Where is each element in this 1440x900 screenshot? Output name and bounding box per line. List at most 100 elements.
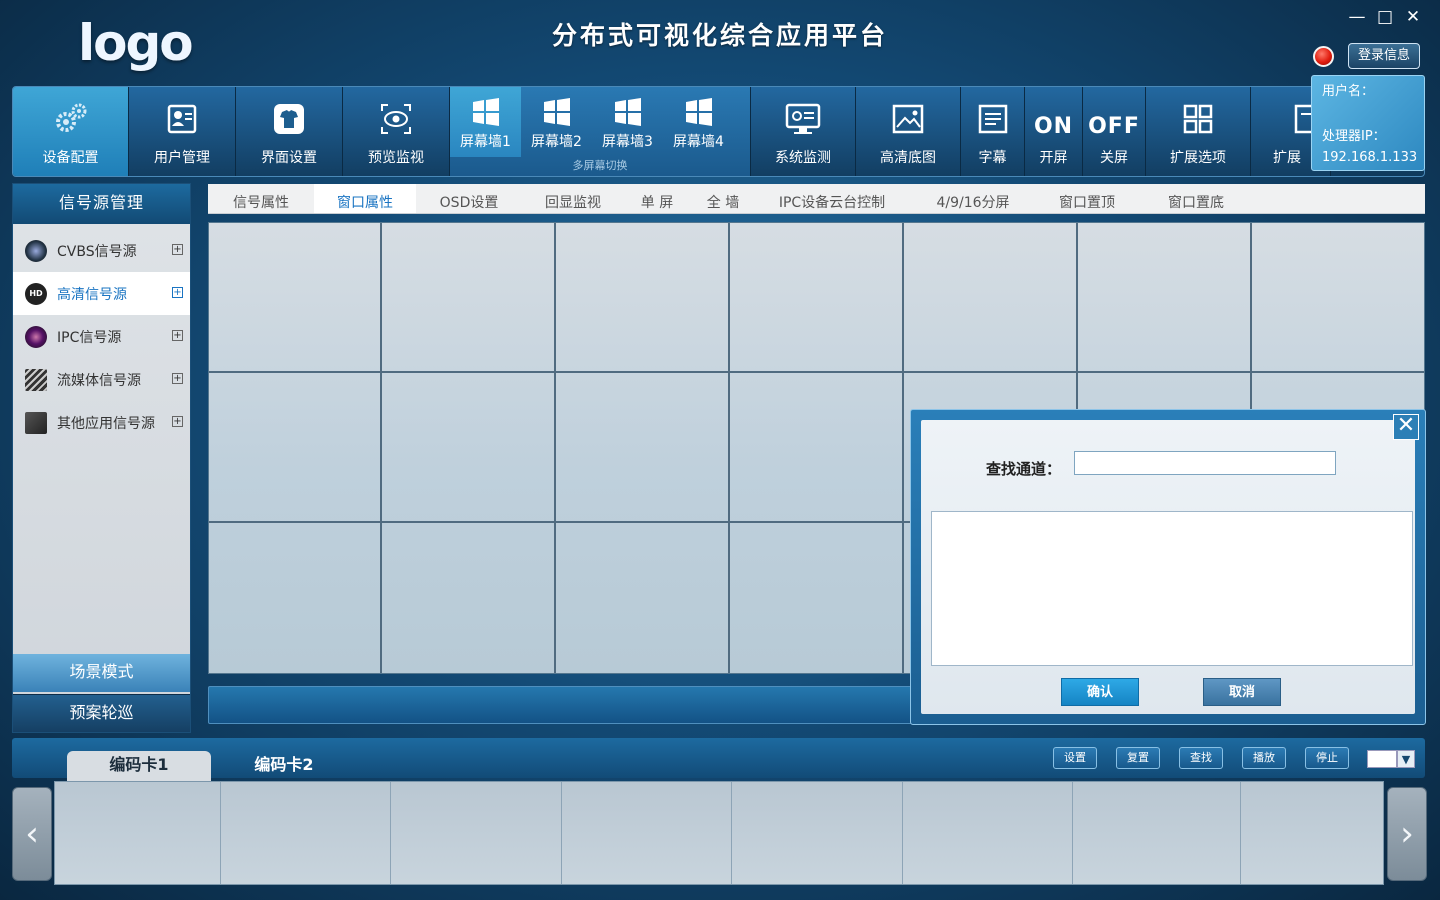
toolbar-device-config[interactable]: 设备配置: [13, 87, 129, 176]
toolbar-screen-wall-2[interactable]: 屏幕墙2: [521, 87, 592, 157]
source-item-cvbs[interactable]: CVBS信号源 +: [13, 229, 190, 272]
windows-icon: [542, 97, 572, 131]
tab-window-props[interactable]: 窗口属性: [314, 184, 416, 213]
cancel-button[interactable]: 取消: [1203, 678, 1281, 706]
eye-scan-icon: [378, 101, 414, 137]
expand-icon[interactable]: +: [172, 416, 183, 427]
toolbar-system-monitor[interactable]: 系统监测: [751, 87, 856, 176]
grid-apps-icon: [1180, 101, 1216, 137]
toolbar-screen-on[interactable]: ON 开屏: [1025, 87, 1083, 176]
toolbar-subtitle-label: 字幕: [978, 150, 1007, 166]
tab-osd-settings[interactable]: OSD设置: [416, 184, 522, 213]
scene-mode-button[interactable]: 场景模式: [13, 654, 190, 692]
toolbar-ext-options[interactable]: 扩展选项: [1146, 87, 1251, 176]
expand-icon[interactable]: +: [172, 330, 183, 341]
source-label: CVBS信号源: [57, 243, 137, 260]
tab-encoder-card-2[interactable]: 编码卡2: [212, 751, 356, 783]
tab-encoder-card-1[interactable]: 编码卡1: [67, 751, 211, 783]
find-channel-dialog: 查找通道： 确认 取消 ✕: [910, 409, 1426, 725]
image-icon: [890, 101, 926, 137]
monitor-icon: [785, 101, 821, 137]
channel-result-list[interactable]: [931, 511, 1413, 666]
screen-wall-4-label: 屏幕墙4: [673, 134, 724, 150]
expand-icon[interactable]: +: [172, 287, 183, 298]
title-bar: logo 分布式可视化综合应用平台 — □ ✕ 登录信息: [0, 0, 1440, 84]
source-item-hd[interactable]: HD 高清信号源 +: [13, 272, 190, 315]
toolbar-ui-settings-label: 界面设置: [261, 150, 317, 166]
screen-wall-1-label: 屏幕墙1: [460, 134, 511, 150]
source-label: 高清信号源: [57, 286, 127, 303]
toolbar-screen-wall-3[interactable]: 屏幕墙3: [592, 87, 663, 157]
tab-split-screen[interactable]: 4/9/16分屏: [908, 184, 1038, 213]
processor-ip-value: 192.168.1.133: [1322, 150, 1418, 165]
screen-wall-3-label: 屏幕墙3: [602, 134, 653, 150]
tab-ipc-ptz[interactable]: IPC设备云台控制: [756, 184, 908, 213]
signal-source-header: 信号源管理: [13, 184, 190, 224]
source-item-streaming[interactable]: 流媒体信号源 +: [13, 358, 190, 401]
app-window: logo 分布式可视化综合应用平台 — □ ✕ 登录信息 设备配置 用户管理 界…: [0, 0, 1440, 900]
property-tabs: 信号属性 窗口属性 OSD设置 回显监视 单 屏 全 墙 IPC设备云台控制 4…: [208, 184, 1425, 214]
settings-button[interactable]: 设置: [1053, 747, 1097, 769]
text-lines-icon: [975, 101, 1011, 137]
find-channel-label: 查找通道：: [986, 460, 1062, 478]
toolbar-ext-truncated-label: 扩展: [1273, 150, 1301, 166]
tab-window-top[interactable]: 窗口置顶: [1038, 184, 1136, 213]
screen-switch-caption: 多屏幕切换: [572, 159, 628, 172]
tab-echo-monitor[interactable]: 回显监视: [522, 184, 624, 213]
source-item-ipc[interactable]: IPC信号源 +: [13, 315, 190, 358]
toolbar-system-monitor-label: 系统监测: [775, 150, 831, 166]
source-label: 流媒体信号源: [57, 372, 141, 389]
tab-window-bottom[interactable]: 窗口置底: [1136, 184, 1256, 213]
tshirt-icon: [271, 101, 307, 137]
main-toolbar: 设备配置 用户管理 界面设置 预览监视 屏幕墙1 屏幕墙2 屏幕墙3 屏幕墙4 …: [12, 86, 1425, 177]
expand-icon[interactable]: +: [172, 373, 183, 384]
find-channel-input[interactable]: [1074, 451, 1336, 475]
clapper-icon: [25, 368, 47, 391]
toolbar-ui-settings[interactable]: 界面设置: [236, 87, 343, 176]
toolbar-screen-on-label: 开屏: [1039, 150, 1068, 166]
tab-full-wall[interactable]: 全 墙: [690, 184, 756, 213]
toolbar-device-config-label: 设备配置: [42, 150, 99, 166]
card-select[interactable]: ▼: [1367, 750, 1417, 768]
encoder-channel-strip[interactable]: [54, 781, 1384, 885]
login-info-button[interactable]: 登录信息: [1348, 43, 1420, 69]
plan-tour-button[interactable]: 预案轮巡: [13, 694, 190, 732]
user-info-panel: 用户名： 处理器IP： 192.168.1.133: [1311, 75, 1425, 171]
toolbar-preview-monitor-label: 预览监视: [368, 150, 424, 166]
expand-icon[interactable]: +: [172, 244, 183, 255]
window-controls: — □ ✕: [1348, 6, 1422, 28]
toolbar-user-mgmt[interactable]: 用户管理: [129, 87, 236, 176]
tab-signal-props[interactable]: 信号属性: [208, 184, 314, 213]
tab-single-screen[interactable]: 单 屏: [624, 184, 690, 213]
source-item-other[interactable]: 其他应用信号源 +: [13, 401, 190, 444]
toolbar-user-mgmt-label: 用户管理: [154, 150, 210, 166]
find-button[interactable]: 查找: [1179, 747, 1223, 769]
other-app-icon: [25, 411, 47, 434]
screen-wall-2-label: 屏幕墙2: [531, 134, 582, 150]
source-label: IPC信号源: [57, 329, 122, 346]
dialog-body: 查找通道： 确认 取消: [921, 420, 1415, 714]
toolbar-preview-monitor[interactable]: 预览监视: [343, 87, 450, 176]
windows-icon: [613, 97, 643, 131]
power-off-icon: OFF: [1088, 114, 1140, 139]
close-button[interactable]: ✕: [1404, 6, 1422, 28]
toolbar-screen-wall-1[interactable]: 屏幕墙1: [450, 87, 521, 157]
card-select-value: [1367, 750, 1397, 768]
scroll-right-button[interactable]: ›: [1387, 787, 1427, 881]
reset-button[interactable]: 复置: [1116, 747, 1160, 769]
toolbar-hd-base[interactable]: 高清底图: [856, 87, 961, 176]
toolbar-screen-off[interactable]: OFF 关屏: [1083, 87, 1146, 176]
toolbar-screen-wall-4[interactable]: 屏幕墙4: [663, 87, 734, 157]
maximize-button[interactable]: □: [1376, 6, 1394, 28]
toolbar-subtitle[interactable]: 字幕: [961, 87, 1025, 176]
minimize-button[interactable]: —: [1348, 6, 1366, 28]
scroll-left-button[interactable]: ‹: [12, 787, 52, 881]
source-label: 其他应用信号源: [57, 415, 155, 432]
screen-wall-group: 屏幕墙1 屏幕墙2 屏幕墙3 屏幕墙4 多屏幕切换: [450, 87, 751, 176]
play-button[interactable]: 播放: [1242, 747, 1286, 769]
stop-button[interactable]: 停止: [1305, 747, 1349, 769]
chevron-down-icon: ▼: [1397, 750, 1415, 768]
confirm-button[interactable]: 确认: [1061, 678, 1139, 706]
app-title: 分布式可视化综合应用平台: [551, 21, 888, 50]
close-icon[interactable]: ✕: [1393, 414, 1419, 440]
